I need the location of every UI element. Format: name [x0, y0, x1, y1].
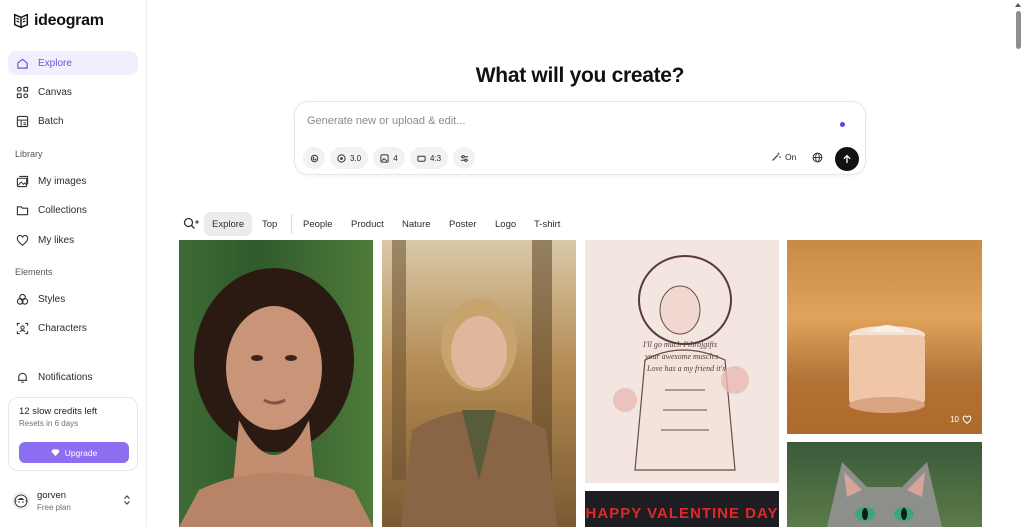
folder-icon	[16, 205, 29, 215]
scrollbar[interactable]	[1013, 0, 1024, 527]
tab-poster[interactable]: Poster	[449, 212, 476, 236]
avatar	[12, 492, 30, 510]
elements-section-label: Elements	[15, 267, 53, 277]
avatar-icon	[14, 494, 28, 508]
model-version-button[interactable]: 3.0	[330, 147, 368, 169]
gallery-tile-woman-coat[interactable]	[382, 240, 576, 527]
settings-sliders-icon	[460, 154, 468, 162]
sidebar-item-label: Characters	[38, 322, 87, 334]
sidebar-item-explore[interactable]: Explore	[8, 51, 138, 75]
sidebar-item-styles[interactable]: Styles	[8, 287, 138, 311]
prompt-input[interactable]	[307, 112, 817, 130]
tab-explore[interactable]: Explore	[204, 212, 253, 236]
scrollbar-thumb[interactable]	[1016, 11, 1021, 49]
user-name: gorven	[37, 490, 67, 501]
styles-icon	[16, 293, 29, 305]
valentine-text: HAPPY VALENTINE DAY	[585, 505, 779, 522]
tab-nature[interactable]: Nature	[402, 212, 431, 236]
aspect-ratio-label: 4:3	[429, 153, 442, 163]
credits-reset-text: Resets in 6 days	[19, 419, 79, 428]
attach-icon	[310, 154, 318, 162]
gallery-tile-corset-sketch[interactable]: I'll go much Pthrojgifts your awesome mu…	[585, 240, 779, 483]
upgrade-label: Upgrade	[64, 447, 98, 458]
tab-product[interactable]: Product	[351, 212, 384, 236]
batch-icon	[16, 115, 29, 127]
corset-text-line-2: your awesome muscles	[645, 352, 719, 361]
corset-sketch-image	[613, 255, 749, 471]
image-count-icon	[380, 153, 389, 163]
corset-text-line-3: Love has a my friend it's	[647, 364, 726, 373]
brand-name: ideogram	[34, 12, 104, 29]
image-count-label: 4	[393, 153, 398, 163]
heart-icon	[16, 234, 29, 246]
magic-prompt-toggle[interactable]: On	[771, 152, 796, 162]
gallery-tile-cream-jar[interactable]: 10	[787, 240, 982, 434]
model-icon	[337, 153, 346, 163]
aspect-ratio-button[interactable]: 4:3	[410, 147, 448, 169]
sidebar-item-collections[interactable]: Collections	[8, 198, 138, 222]
gallery-tile-portrait-woman[interactable]	[179, 240, 373, 527]
tab-people[interactable]: People	[303, 212, 333, 236]
chevron-updown-icon	[124, 495, 130, 505]
sidebar-item-characters[interactable]: Characters	[8, 316, 138, 340]
likes-count: 10	[950, 415, 959, 424]
aspect-ratio-icon	[417, 155, 426, 162]
canvas-icon	[16, 86, 29, 98]
sidebar-item-batch[interactable]: Batch	[8, 109, 138, 133]
generate-button[interactable]	[835, 147, 859, 171]
sidebar-item-label: My likes	[38, 234, 75, 246]
diamond-icon	[51, 449, 60, 457]
sidebar-item-notifications[interactable]: Notifications	[8, 365, 138, 389]
cat-image	[827, 462, 942, 527]
heart-icon	[962, 415, 972, 424]
image-count-button[interactable]: 4	[373, 147, 405, 169]
gallery-tile-cat[interactable]	[787, 442, 982, 527]
sidebar-item-canvas[interactable]: Canvas	[8, 80, 138, 104]
upgrade-button[interactable]: Upgrade	[19, 442, 129, 463]
gallery-tile-valentine-poster[interactable]: HAPPY VALENTINE DAY	[585, 491, 779, 527]
images-icon	[16, 175, 29, 187]
sidebar-item-label: Explore	[38, 57, 72, 69]
page-title: What will you create?	[475, 64, 685, 87]
magic-wand-icon	[772, 152, 781, 161]
credits-title: 12 slow credits left	[19, 406, 98, 417]
arrow-up-icon	[843, 154, 851, 164]
library-section-label: Library	[15, 149, 43, 159]
globe-icon[interactable]	[812, 152, 823, 163]
scroll-up-icon[interactable]	[1015, 3, 1021, 7]
logo-icon	[13, 13, 29, 29]
sidebar-item-label: Styles	[38, 293, 66, 305]
magic-prompt-label: On	[785, 152, 797, 162]
credits-card: 12 slow credits left Resets in 6 days Up…	[8, 397, 138, 471]
tab-logo[interactable]: Logo	[495, 212, 516, 236]
tab-top[interactable]: Top	[262, 212, 277, 236]
settings-button[interactable]	[453, 147, 475, 169]
sidebar-item-my-images[interactable]: My images	[8, 169, 138, 193]
status-dot-icon	[840, 122, 845, 127]
prompt-box: 3.0 4 4:3 On	[294, 101, 866, 175]
tab-tshirt[interactable]: T-shirt	[534, 212, 560, 236]
bell-icon	[17, 372, 28, 383]
search-icon[interactable]	[183, 217, 201, 230]
user-plan: Free plan	[37, 503, 71, 512]
portrait-image	[179, 268, 373, 527]
cream-jar-image	[787, 325, 982, 434]
sidebar-item-label: Batch	[38, 115, 64, 127]
sidebar-item-label: Collections	[38, 204, 87, 216]
woman-coat-image	[392, 240, 557, 527]
logo[interactable]: ideogram	[12, 12, 104, 30]
model-version-label: 3.0	[349, 153, 362, 163]
tab-divider	[291, 214, 292, 234]
sidebar-item-my-likes[interactable]: My likes	[8, 228, 138, 252]
home-icon	[17, 58, 28, 69]
likes-badge[interactable]: 10	[950, 415, 972, 424]
attach-button[interactable]	[303, 147, 325, 169]
sidebar-item-label: Canvas	[38, 86, 72, 98]
sidebar-item-label: My images	[38, 175, 87, 187]
sidebar-item-label: Notifications	[38, 371, 93, 383]
corset-text-line-1: I'll go much Pthrojgifts	[643, 340, 718, 349]
sidebar: ideogram Explore Canvas Batch Library My…	[0, 0, 147, 527]
characters-icon	[16, 322, 29, 334]
user-menu[interactable]: gorven Free plan	[12, 488, 136, 514]
